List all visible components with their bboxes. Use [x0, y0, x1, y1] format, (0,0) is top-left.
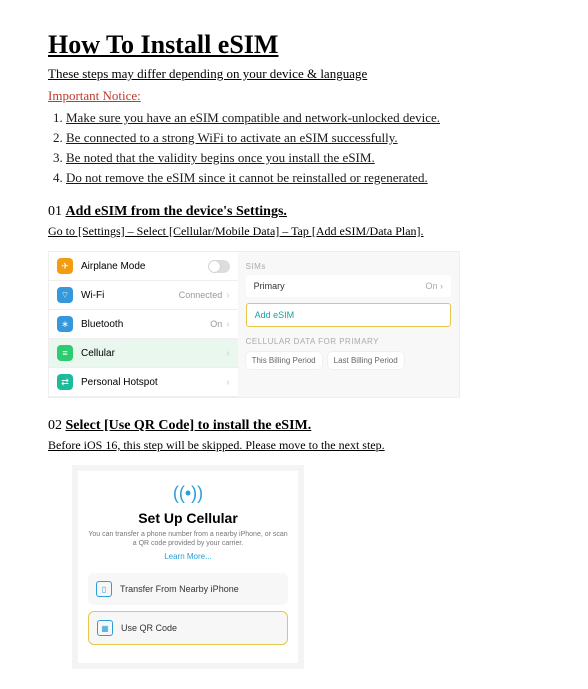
- phone-icon: ▯: [96, 581, 112, 597]
- settings-right-column: SIMs Primary On › Add eSIM CELLULAR DATA…: [238, 252, 459, 397]
- row-hotspot: ⇄ Personal Hotspot ›: [49, 368, 238, 397]
- learn-more-link: Learn More...: [88, 552, 288, 561]
- rule-item: Do not remove the eSIM since it cannot b…: [66, 170, 540, 186]
- setup-blurb: You can transfer a phone number from a n…: [88, 530, 288, 548]
- cellular-label: Cellular: [81, 348, 222, 359]
- wifi-value: Connected: [179, 290, 223, 300]
- row-cellular: ≡ Cellular ›: [49, 339, 238, 368]
- setup-heading: Set Up Cellular: [88, 510, 288, 526]
- add-esim-cell: Add eSIM: [246, 303, 451, 327]
- row-wifi: ⌔ Wi-Fi Connected ›: [49, 281, 238, 310]
- bluetooth-icon: ∗: [57, 316, 73, 332]
- airplane-icon: ✈: [57, 258, 73, 274]
- subtitle: These steps may differ depending on your…: [48, 66, 540, 82]
- option-qr: ▦ Use QR Code: [88, 611, 288, 645]
- step1-num: 01: [48, 204, 62, 219]
- option-transfer: ▯ Transfer From Nearby iPhone: [88, 573, 288, 605]
- cellular-data-header: CELLULAR DATA FOR PRIMARY: [246, 337, 451, 346]
- wifi-label: Wi-Fi: [81, 290, 179, 301]
- step2-sub: Before iOS 16, this step will be skipped…: [48, 438, 540, 453]
- step1-sub: Go to [Settings] – Select [Cellular/Mobi…: [48, 224, 540, 239]
- screenshot-settings: ✈ Airplane Mode ⌔ Wi-Fi Connected › ∗ Bl…: [48, 251, 460, 398]
- primary-row: Primary On ›: [246, 275, 451, 297]
- step2-title: Select [Use QR Code] to install the eSIM…: [66, 418, 312, 433]
- row-bluetooth: ∗ Bluetooth On ›: [49, 310, 238, 339]
- qr-icon: ▦: [97, 620, 113, 636]
- sims-header: SIMs: [246, 262, 451, 271]
- airplane-label: Airplane Mode: [81, 261, 208, 272]
- chevron-icon: ›: [226, 319, 229, 330]
- step1-title: Add eSIM from the device's Settings.: [66, 204, 287, 219]
- bluetooth-value: On: [210, 319, 222, 329]
- rules-list: Make sure you have an eSIM compatible an…: [48, 110, 540, 186]
- hotspot-icon: ⇄: [57, 374, 73, 390]
- chevron-icon: ›: [226, 290, 229, 301]
- settings-left-column: ✈ Airplane Mode ⌔ Wi-Fi Connected › ∗ Bl…: [49, 252, 238, 397]
- cellular-icon: ≡: [57, 345, 73, 361]
- option-qr-label: Use QR Code: [121, 623, 177, 633]
- chevron-icon: ›: [226, 377, 229, 388]
- step2-num: 02: [48, 418, 62, 433]
- billing-this: This Billing Period: [246, 352, 322, 369]
- screenshot-setup-cellular: ((•)) Set Up Cellular You can transfer a…: [72, 465, 304, 669]
- antenna-icon: ((•)): [88, 483, 288, 504]
- option-transfer-label: Transfer From Nearby iPhone: [120, 584, 239, 594]
- chevron-icon: ›: [226, 348, 229, 359]
- wifi-icon: ⌔: [57, 287, 73, 303]
- billing-last: Last Billing Period: [328, 352, 404, 369]
- hotspot-label: Personal Hotspot: [81, 377, 222, 388]
- step1-heading: 01 Add eSIM from the device's Settings.: [48, 204, 540, 220]
- rule-item: Be noted that the validity begins once y…: [66, 150, 540, 166]
- airplane-toggle: [208, 260, 230, 273]
- step2-heading: 02 Select [Use QR Code] to install the e…: [48, 418, 540, 434]
- primary-value: On ›: [425, 281, 443, 291]
- page-title: How To Install eSIM: [48, 30, 540, 60]
- row-airplane: ✈ Airplane Mode: [49, 252, 238, 281]
- important-notice: Important Notice:: [48, 88, 540, 104]
- rule-item: Be connected to a strong WiFi to activat…: [66, 130, 540, 146]
- bluetooth-label: Bluetooth: [81, 319, 210, 330]
- billing-row: This Billing Period Last Billing Period: [246, 352, 451, 369]
- primary-label: Primary: [254, 281, 285, 291]
- rule-item: Make sure you have an eSIM compatible an…: [66, 110, 540, 126]
